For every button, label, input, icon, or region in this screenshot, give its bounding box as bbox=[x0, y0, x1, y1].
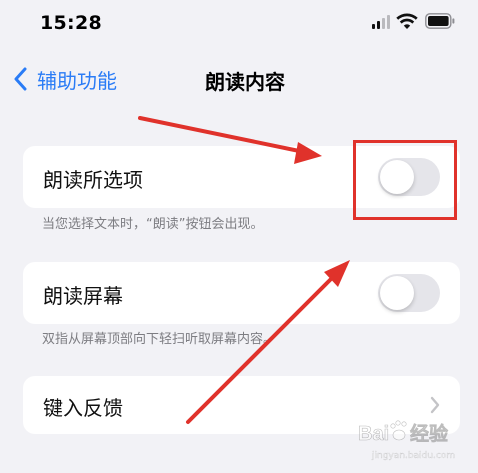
highlight-box bbox=[353, 140, 457, 220]
svg-text:jingyan.baidu.com: jingyan.baidu.com bbox=[371, 451, 455, 461]
cellular-signal-icon bbox=[372, 15, 390, 29]
svg-text:Bai: Bai bbox=[358, 423, 389, 445]
settings-screen: 15:28 辅助功能 朗读内容 朗读所选项 当您选择文本时，“朗读”按钮会出现。… bbox=[0, 0, 478, 473]
speak-screen-label: 朗读屏幕 bbox=[43, 284, 123, 308]
typing-feedback-label: 键入反馈 bbox=[43, 396, 123, 420]
speak-screen-toggle[interactable] bbox=[378, 274, 440, 312]
page-title: 朗读内容 bbox=[205, 70, 285, 94]
svg-text:经验: 经验 bbox=[410, 422, 449, 445]
battery-icon bbox=[425, 13, 455, 29]
status-time: 15:28 bbox=[40, 12, 102, 34]
chevron-right-icon bbox=[430, 396, 440, 414]
watermark-logo: Bai 经验 jingyan.baidu.com bbox=[358, 420, 455, 461]
wifi-icon bbox=[396, 13, 418, 29]
speak-screen-footnote: 双指从屏幕顶部向下轻扫听取屏幕内容。 bbox=[42, 332, 277, 347]
speak-screen-row: 朗读屏幕 bbox=[23, 262, 460, 324]
toggle-knob bbox=[380, 276, 414, 310]
speak-selection-label: 朗读所选项 bbox=[43, 168, 143, 192]
speak-selection-footnote: 当您选择文本时，“朗读”按钮会出现。 bbox=[42, 217, 264, 232]
